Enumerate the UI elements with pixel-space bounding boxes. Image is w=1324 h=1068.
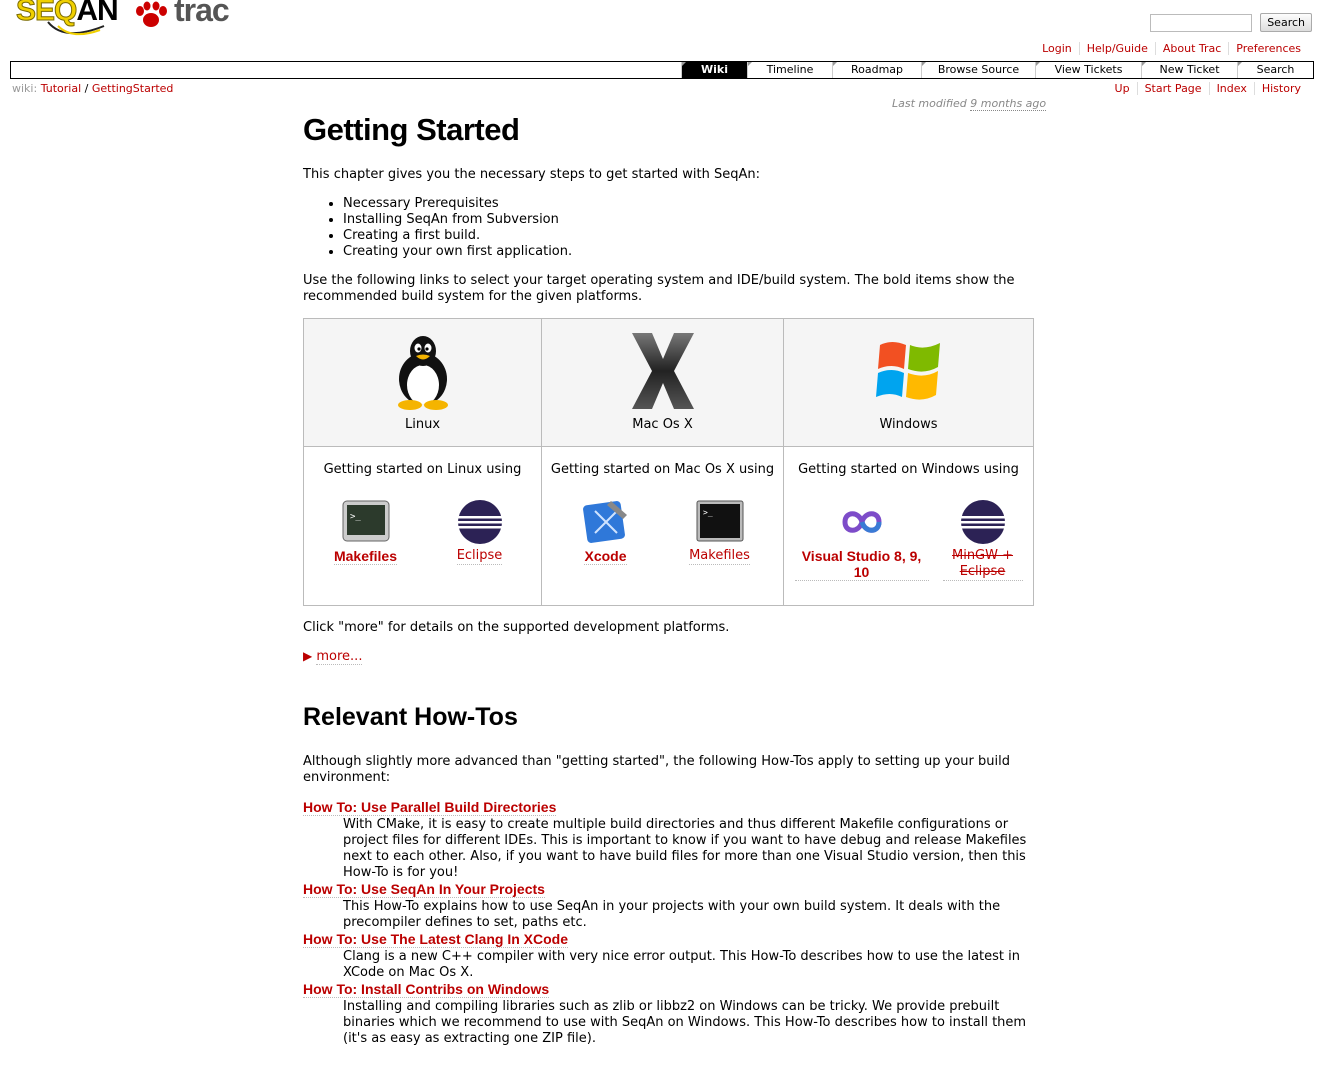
tool-windows-mingw-eclipse: MinGW + Eclipse <box>942 497 1023 581</box>
breadcrumb-separator: / <box>84 82 89 95</box>
search-form: Search <box>1150 13 1312 32</box>
tool-mac-xcode: Xcode <box>556 497 656 565</box>
mac-os-x-icon <box>631 333 694 409</box>
svg-text:>_: >_ <box>703 508 713 517</box>
more-intro-text: Click "more" for details on the supporte… <box>303 620 730 635</box>
windows-logo-icon <box>875 342 940 400</box>
tab-browse-source[interactable]: Browse Source <box>921 62 1035 78</box>
makefiles-link[interactable]: Makefiles <box>689 548 750 565</box>
eclipse-icon[interactable] <box>958 497 1008 547</box>
metanav-about-trac[interactable]: About Trac <box>1154 42 1228 55</box>
howtos-intro: Although slightly more advanced than "ge… <box>303 754 1010 785</box>
breadcrumb-current[interactable]: GettingStarted <box>92 82 174 95</box>
last-modified-prefix: Last modified <box>892 97 967 110</box>
os-cell-mac: Mac Os X <box>541 318 784 447</box>
select-text: Use the following links to select your t… <box>303 273 1015 304</box>
search-button[interactable]: Search <box>1260 13 1312 32</box>
list-item: Necessary Prerequisites <box>343 196 1035 212</box>
tab-search[interactable]: Search <box>1237 62 1313 78</box>
xcode-icon[interactable] <box>581 497 631 547</box>
tab-view-tickets[interactable]: View Tickets <box>1035 62 1141 78</box>
ctxtnav-up[interactable]: Up <box>1108 82 1137 95</box>
page-title: Getting Started <box>303 112 520 147</box>
more-toggle[interactable]: ▶ more... <box>303 649 1035 665</box>
mingw-eclipse-link[interactable]: MinGW + Eclipse <box>942 548 1023 581</box>
list-item: Installing SeqAn from Subversion <box>343 212 1035 228</box>
howto-link[interactable]: How To: Use The Latest Clang In XCode <box>303 931 568 948</box>
using-text-mac: Getting started on Mac Os X using <box>550 462 775 477</box>
metanav-help-guide[interactable]: Help/Guide <box>1078 42 1155 55</box>
tool-linux-makefiles: >_ Makefiles <box>316 497 416 565</box>
logo-swoosh-icon <box>47 21 105 36</box>
svg-text:>_: >_ <box>350 512 361 522</box>
build-cell-mac: Getting started on Mac Os X using Xcode <box>541 446 784 606</box>
howtos-title: Relevant How-Tos <box>303 703 518 731</box>
eclipse-icon[interactable] <box>455 497 505 547</box>
howto-link[interactable]: How To: Install Contribs on Windows <box>303 981 550 998</box>
tab-new-ticket[interactable]: New Ticket <box>1141 62 1237 78</box>
howto-description: With CMake, it is easy to create multipl… <box>343 817 1027 880</box>
metanav-preferences[interactable]: Preferences <box>1228 42 1308 55</box>
logo-trac-text: trac <box>174 0 230 28</box>
howto-description: This How-To explains how to use SeqAn in… <box>343 899 1001 930</box>
xcode-link[interactable]: Xcode <box>584 548 627 565</box>
ctxtnav-history[interactable]: History <box>1253 82 1308 95</box>
platforms-table: Linux Mac Os X Windows Getting started o… <box>303 318 1034 606</box>
build-cell-linux: Getting started on Linux using >_ Makefi… <box>303 446 542 606</box>
wiki-content: Getting Started This chapter gives you t… <box>303 112 1035 1047</box>
terminal-icon[interactable]: >_ <box>341 497 391 547</box>
tool-windows-visual-studio: Visual Studio 8, 9, 10 <box>794 497 929 581</box>
howto-link[interactable]: How To: Use Parallel Build Directories <box>303 799 557 816</box>
makefiles-link[interactable]: Makefiles <box>333 548 398 565</box>
eclipse-link[interactable]: Eclipse <box>456 548 503 565</box>
tab-roadmap[interactable]: Roadmap <box>832 62 921 78</box>
meta-nav: Login Help/Guide About Trac Preferences <box>1035 42 1308 55</box>
tab-wiki[interactable]: Wiki <box>681 62 747 78</box>
paw-icon <box>136 1 167 27</box>
list-item: Creating a first build. <box>343 228 1035 244</box>
os-cell-linux: Linux <box>303 318 542 447</box>
breadcrumb-prefix: wiki: <box>12 82 38 95</box>
list-item: Creating your own first application. <box>343 244 1035 260</box>
howto-description: Installing and compiling libraries such … <box>343 999 1027 1046</box>
os-cell-windows: Windows <box>783 318 1034 447</box>
os-label-mac: Mac Os X <box>632 417 693 432</box>
search-input[interactable] <box>1150 13 1253 32</box>
breadcrumb: wiki: Tutorial / GettingStarted <box>12 82 173 95</box>
visual-studio-link[interactable]: Visual Studio 8, 9, 10 <box>794 548 929 581</box>
howtos-list: How To: Use Parallel Build Directories W… <box>303 799 1035 1047</box>
howto-link[interactable]: How To: Use SeqAn In Your Projects <box>303 881 545 898</box>
linux-tux-icon <box>397 336 448 410</box>
disclosure-triangle-icon: ▶ <box>303 649 313 663</box>
breadcrumb-tutorial[interactable]: Tutorial <box>41 82 81 95</box>
using-text-linux: Getting started on Linux using <box>323 462 522 477</box>
steps-list: Necessary Prerequisites Installing SeqAn… <box>343 196 1035 260</box>
using-text-windows: Getting started on Windows using <box>798 462 1019 477</box>
terminal-icon[interactable]: >_ <box>695 497 745 547</box>
ctxtnav-index[interactable]: Index <box>1208 82 1254 95</box>
metanav-login[interactable]: Login <box>1035 42 1079 55</box>
context-nav: Up Start Page Index History <box>1108 82 1308 95</box>
more-link[interactable]: more... <box>316 649 363 665</box>
tab-timeline[interactable]: Timeline <box>747 62 832 78</box>
os-label-linux: Linux <box>404 417 441 432</box>
tool-mac-makefiles: >_ Makefiles <box>670 497 770 565</box>
last-modified: Last modified 9 months ago <box>892 97 1047 111</box>
tool-linux-eclipse: Eclipse <box>430 497 530 565</box>
main-nav: Wiki Timeline Roadmap Browse Source View… <box>10 61 1314 79</box>
howto-description: Clang is a new C++ compiler with very ni… <box>343 949 1020 980</box>
last-modified-age[interactable]: 9 months ago <box>970 97 1047 111</box>
build-cell-windows: Getting started on Windows using Visual … <box>783 446 1034 606</box>
visual-studio-icon[interactable] <box>837 497 887 547</box>
intro-text: This chapter gives you the necessary ste… <box>303 167 760 182</box>
site-logo[interactable]: SEQAN trac <box>14 0 234 42</box>
os-label-windows: Windows <box>879 417 938 432</box>
ctxtnav-start-page[interactable]: Start Page <box>1136 82 1209 95</box>
